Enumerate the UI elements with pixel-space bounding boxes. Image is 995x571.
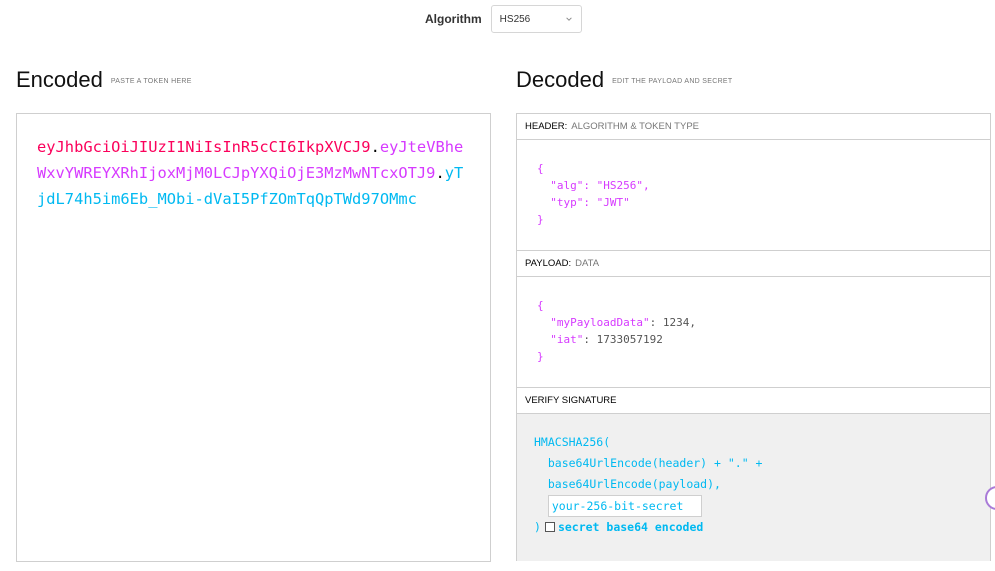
payload-section-sublabel: DATA (575, 258, 600, 269)
encoded-header: Encoded PASTE A TOKEN HERE (16, 67, 192, 93)
signature-line: base64UrlEncode(header) + "." + (534, 456, 763, 470)
payload-json-line: } (537, 350, 544, 363)
payload-key-2: "iat" (537, 333, 584, 346)
decoded-panel: HEADER: ALGORITHM & TOKEN TYPE { "alg": … (516, 113, 991, 561)
signature-line: base64UrlEncode(payload), (534, 477, 721, 491)
algorithm-selected-value: HS256 (499, 13, 531, 25)
header-json-line: { (537, 162, 544, 175)
encoded-title: Encoded (16, 67, 103, 92)
payload-json-line: "iat": 1733057192 (537, 331, 990, 348)
decoded-header: Decoded EDIT THE PAYLOAD AND SECRET (516, 67, 732, 93)
encoded-subtitle: PASTE A TOKEN HERE (110, 77, 192, 85)
signature-line: HMACSHA256( (534, 435, 611, 449)
header-json-line: "alg": "HS256", (537, 179, 650, 192)
payload-json-editor[interactable]: { "myPayloadData": 1234, "iat": 17330571… (517, 277, 990, 388)
header-json-line: "typ": "JWT" (537, 196, 630, 209)
algorithm-select[interactable]: HS256 (490, 5, 582, 33)
algorithm-bar: Algorithm HS256 (425, 4, 582, 34)
algorithm-label: Algorithm (425, 12, 482, 26)
decoded-title: Decoded (516, 67, 605, 92)
signature-body: HMACSHA256( base64UrlEncode(header) + ".… (517, 414, 990, 561)
decoded-subtitle: EDIT THE PAYLOAD AND SECRET (612, 77, 733, 85)
header-json-editor[interactable]: { "alg": "HS256", "typ": "JWT" } (517, 140, 990, 251)
signature-line: ) secret base64 encoded (534, 517, 990, 538)
token-dot-1: . (370, 138, 380, 156)
signature-section-title: VERIFY SIGNATURE (517, 388, 990, 414)
base64-checkbox[interactable] (544, 521, 555, 532)
secret-input[interactable]: your-256-bit-secret (547, 495, 702, 517)
signature-section-label: VERIFY SIGNATURE (525, 395, 617, 406)
signature-close-paren: ) (534, 520, 541, 534)
token-dot-2: . (435, 164, 445, 182)
chevron-down-icon (565, 17, 572, 21)
payload-section-label: PAYLOAD: (525, 258, 572, 269)
header-section-label: HEADER: (525, 121, 568, 132)
payload-value-1: : 1234, (649, 316, 696, 329)
payload-json-line: "myPayloadData": 1234, (537, 314, 990, 331)
payload-key-1: "myPayloadData" (537, 316, 650, 329)
header-section-title: HEADER: ALGORITHM & TOKEN TYPE (517, 114, 990, 140)
token-header-part: eyJhbGciOiJIUzI1NiIsInR5cCI6IkpXVCJ9 (37, 138, 371, 156)
encoded-token-editor[interactable]: eyJhbGciOiJIUzI1NiIsInR5cCI6IkpXVCJ9.eyJ… (16, 113, 491, 562)
header-section-sublabel: ALGORITHM & TOKEN TYPE (571, 121, 699, 132)
header-json-line: } (537, 213, 544, 226)
base64-checkbox-label[interactable]: secret base64 encoded (558, 520, 703, 534)
payload-section-title: PAYLOAD: DATA (517, 251, 990, 277)
payload-json-line: { (537, 299, 544, 312)
payload-value-2: : 1733057192 (583, 333, 663, 346)
signature-line: your-256-bit-secret (534, 495, 990, 517)
